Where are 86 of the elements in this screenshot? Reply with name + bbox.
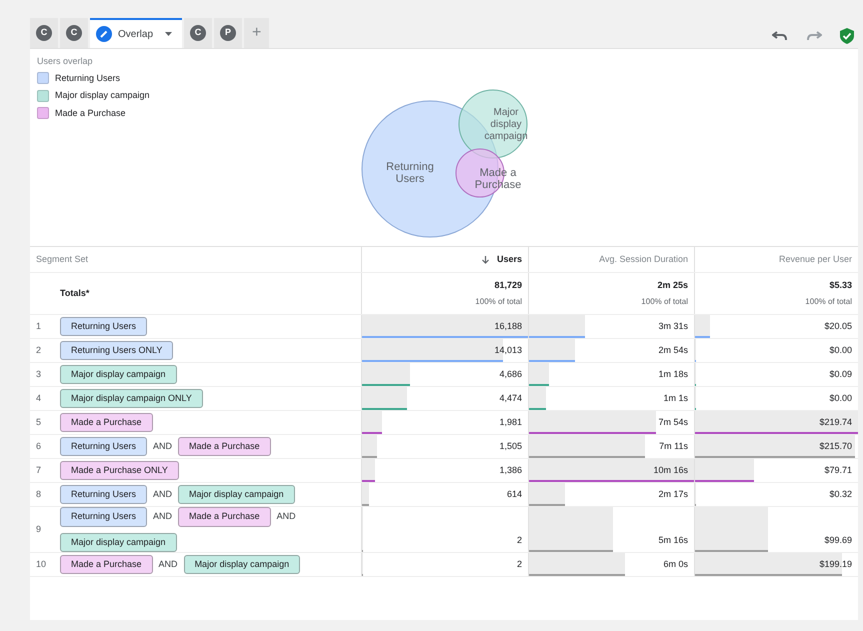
table-cell-text: 4,686: [499, 368, 522, 380]
segment-chip: Returning Users: [60, 316, 148, 336]
table-cell-text: 1m 1s: [663, 392, 688, 404]
pencil-icon: [96, 26, 112, 42]
row-number: 1: [36, 320, 42, 333]
segment-chip: Major display campaign ONLY: [60, 388, 203, 408]
total-value: $5.33: [829, 279, 852, 292]
table-cell-text: 7m 11s: [659, 440, 688, 452]
table-cell-text: 2: [516, 534, 522, 546]
table-cell-text: $215.70: [819, 440, 852, 452]
total-value: 2m 25s: [657, 279, 688, 292]
column-header[interactable]: Users: [496, 252, 522, 266]
table-cell-text: 10m 16s: [653, 464, 688, 476]
segment-chip: Made a Purchase: [60, 412, 153, 432]
totals-label: Totals*: [60, 286, 90, 300]
table-cell-text: 1,981: [499, 416, 522, 428]
table-cell-text: 1,386: [499, 464, 522, 476]
table-cell-text: 14,013: [494, 344, 522, 356]
tab[interactable]: C: [184, 18, 212, 48]
table-cell-text: 3m 31s: [658, 320, 688, 332]
total-share: 100% of total: [805, 296, 852, 308]
table-cell-text: 5m 16s: [658, 534, 688, 546]
segment-chip: Major display campaign: [178, 484, 295, 504]
table-cell-text: $79.71: [824, 464, 852, 476]
legend-label: Returning Users: [55, 72, 120, 85]
table-cell-text: 2m 54s: [658, 344, 688, 356]
legend-label: Major display campaign: [55, 89, 150, 102]
and-operator: AND: [153, 510, 172, 523]
tab[interactable]: Overlap: [90, 18, 182, 48]
venn-label: Returning Users: [385, 161, 435, 185]
row-number: 9: [36, 522, 42, 536]
segment-chip: Made a Purchase: [178, 507, 271, 526]
total-value: 81,729: [494, 279, 522, 292]
table-cell-text: 1,505: [499, 440, 522, 452]
shield-check-icon: [840, 28, 854, 44]
table-cell-text: 7m 54s: [658, 416, 688, 428]
tab[interactable]: C: [30, 18, 58, 48]
column-header[interactable]: Segment Set: [36, 252, 88, 266]
column-header[interactable]: Revenue per User: [778, 252, 852, 266]
tab[interactable]: C: [60, 18, 88, 48]
table-cell-text: 4,474: [499, 392, 522, 404]
table-cell-text: $0.32: [829, 488, 852, 500]
and-operator: AND: [153, 488, 172, 501]
segment-chip: Returning Users: [60, 436, 148, 456]
and-operator: AND: [153, 440, 172, 453]
segment-chip: Major display campaign: [184, 554, 300, 574]
row-number: 5: [36, 416, 42, 429]
chart-title: Users overlap: [37, 55, 94, 68]
row-number: 6: [36, 440, 42, 453]
row-number: 10: [36, 558, 48, 571]
table-cell-text: 16,188: [494, 320, 522, 332]
segment-chip: Major display campaign: [60, 532, 177, 552]
table-cell-text: $99.69: [824, 534, 852, 546]
row-number: 7: [36, 464, 42, 477]
segment-chip: Returning Users: [60, 507, 148, 526]
legend-label: Made a Purchase: [55, 106, 126, 120]
row-number: 4: [36, 392, 42, 405]
table-cell-text: $0.00: [829, 344, 852, 356]
segment-chip: Made a Purchase: [178, 436, 271, 456]
total-share: 100% of total: [475, 296, 522, 308]
table-cell-text: $20.05: [824, 320, 852, 332]
segment-chip: Returning Users: [60, 484, 148, 504]
table-cell-text: 6m 0s: [663, 558, 688, 570]
segment-chip: Made a Purchase ONLY: [60, 460, 179, 480]
table-cell-text: 2: [516, 558, 522, 570]
column-header[interactable]: Avg. Session Duration: [599, 252, 688, 266]
segment-chip: Returning Users ONLY: [60, 340, 174, 360]
table-cell-text: 1m 18s: [658, 368, 688, 380]
table-cell-text: 2m 17s: [658, 488, 688, 500]
caret-icon: [165, 32, 172, 36]
and-operator: AND: [276, 510, 296, 523]
tab[interactable]: P: [214, 18, 242, 48]
row-number: 2: [36, 344, 42, 357]
sort-arrow-icon[interactable]: [482, 256, 489, 264]
and-operator: AND: [158, 558, 178, 571]
segment-chip: Major display campaign: [60, 364, 177, 384]
segment-chip: Made a Purchase: [60, 554, 153, 574]
row-number: 3: [36, 368, 42, 381]
table-cell-text: $0.09: [829, 368, 852, 380]
table-cell-text: $219.74: [819, 416, 852, 428]
total-share: 100% of total: [641, 296, 688, 308]
table-cell-text: $199.19: [819, 558, 852, 570]
row-number: 8: [36, 488, 42, 501]
undo-icon[interactable]: [772, 30, 788, 42]
table-cell-text: $0.00: [829, 392, 852, 404]
table-cell-text: 614: [506, 488, 522, 500]
